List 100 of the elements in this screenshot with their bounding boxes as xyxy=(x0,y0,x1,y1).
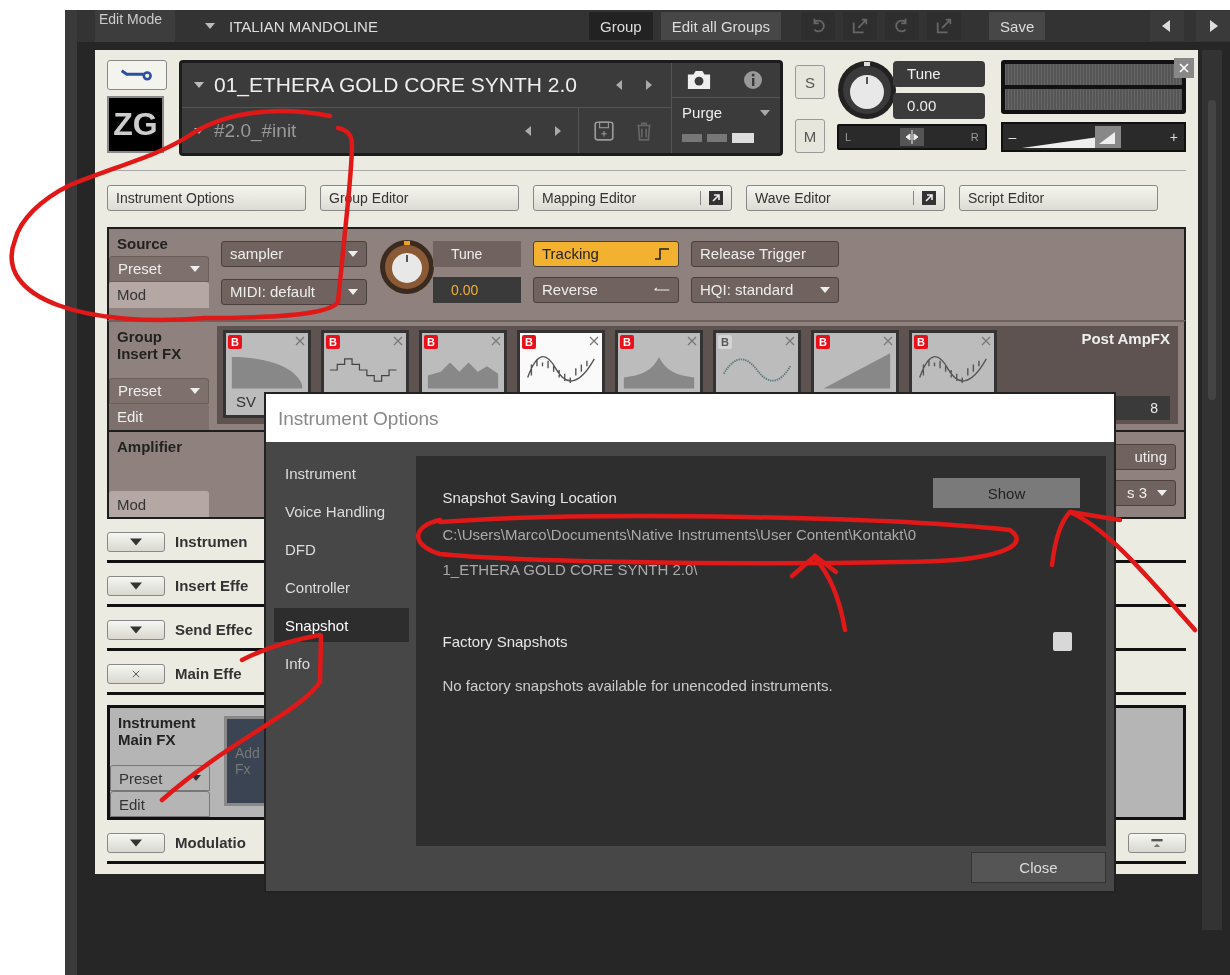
bypass-badge[interactable]: B xyxy=(816,334,830,349)
caret-icon xyxy=(130,838,142,847)
preset-dropdown[interactable]: Preset xyxy=(109,377,209,404)
close-icon[interactable] xyxy=(687,335,697,346)
collapse-button[interactable] xyxy=(1128,832,1186,853)
caret-icon xyxy=(205,23,215,29)
caret-icon xyxy=(130,537,142,546)
close-icon[interactable] xyxy=(393,335,403,346)
caret-icon xyxy=(820,286,830,293)
scrollbar[interactable] xyxy=(1202,50,1222,930)
section-toggle-button[interactable] xyxy=(107,575,165,596)
nav-item[interactable]: Instrument xyxy=(274,456,410,490)
section-toggle-button[interactable] xyxy=(107,832,165,853)
mute-button[interactable]: M xyxy=(795,119,826,153)
source-button[interactable]: HQI: standard xyxy=(691,276,839,303)
next-arrow-icon[interactable] xyxy=(645,79,654,91)
bypass-badge[interactable]: B xyxy=(914,334,928,349)
caret-icon xyxy=(191,775,201,782)
tune-value[interactable]: 0.00 xyxy=(433,276,521,303)
source-button[interactable]: Release Trigger xyxy=(691,240,839,267)
undo-icon[interactable] xyxy=(801,12,836,40)
save-icon[interactable] xyxy=(593,119,616,142)
caret-icon xyxy=(130,625,142,634)
group-button[interactable]: Group xyxy=(589,12,653,40)
purge-dropdown[interactable]: Purge xyxy=(672,98,781,127)
left-label: L xyxy=(845,131,852,143)
edit-tab[interactable]: Edit xyxy=(110,791,210,818)
nav-item[interactable]: Snapshot xyxy=(274,608,410,642)
external-link-icon[interactable] xyxy=(927,12,962,40)
bypass-badge[interactable]: B xyxy=(424,334,438,349)
close-icon[interactable] xyxy=(883,335,893,346)
source-dropdown[interactable]: MIDI: default xyxy=(221,278,367,305)
nav-item[interactable]: Controller xyxy=(274,570,410,604)
tracking-icon xyxy=(654,247,670,260)
wrench-icon xyxy=(120,68,154,82)
instrument-menu[interactable]: ITALIAN MANDOLINE xyxy=(191,17,581,35)
mod-tab[interactable]: Mod xyxy=(109,281,209,308)
save-button[interactable]: Save xyxy=(989,12,1046,40)
pan-slider[interactable]: L R xyxy=(837,124,987,150)
source-button[interactable]: Tracking xyxy=(533,240,679,267)
source-button[interactable]: Reverse xyxy=(533,276,679,303)
close-button[interactable]: Close xyxy=(971,852,1106,883)
bypass-badge[interactable]: B xyxy=(326,334,340,349)
add-effect-label: Fx xyxy=(235,761,252,778)
group-button[interactable]: Edit all Groups xyxy=(660,12,782,40)
close-icon[interactable] xyxy=(981,335,991,346)
editor-tab[interactable]: Instrument Options xyxy=(107,184,306,211)
editor-tab[interactable]: Mapping Editor xyxy=(533,184,732,211)
info-text: No factory snapshots available for unencoded instruments. xyxy=(442,677,834,694)
source-dropdown[interactable]: sampler xyxy=(221,240,367,267)
section-toggle-button[interactable] xyxy=(107,531,165,552)
section-label: Send Effec xyxy=(175,621,253,639)
section-toggle-button[interactable] xyxy=(107,663,165,684)
mod-tab[interactable]: Mod xyxy=(109,491,209,518)
close-icon[interactable] xyxy=(589,335,599,346)
section-title: Source xyxy=(116,233,169,254)
redo-icon[interactable] xyxy=(885,12,920,40)
section-title: Amplifier xyxy=(116,436,183,457)
section-label: Insert Effe xyxy=(175,577,249,595)
close-icon[interactable] xyxy=(785,335,795,346)
close-icon[interactable] xyxy=(295,335,305,346)
mode-label: Edit Mode xyxy=(95,10,175,42)
tune-value[interactable]: 0.00 xyxy=(893,93,986,119)
previous-arrow-icon[interactable] xyxy=(524,124,533,137)
nav-item[interactable]: DFD xyxy=(274,532,410,566)
close-icon[interactable] xyxy=(1174,58,1194,78)
pan-handle[interactable] xyxy=(899,128,924,146)
tune-knob[interactable] xyxy=(379,238,435,295)
preset-dropdown[interactable]: Preset xyxy=(110,765,210,792)
show-button[interactable]: Show xyxy=(933,478,1080,508)
section-title: Group Insert FX xyxy=(116,326,183,364)
editor-tab[interactable]: Wave Editor xyxy=(746,184,945,211)
checkbox[interactable] xyxy=(1053,632,1072,651)
setting-label: Factory Snapshots xyxy=(442,633,568,650)
snapshot-name[interactable]: #2.0_#init xyxy=(214,119,509,142)
close-icon[interactable] xyxy=(491,335,501,346)
tune-knob[interactable] xyxy=(837,60,898,120)
solo-button[interactable]: S xyxy=(795,65,826,99)
editor-tab[interactable]: Script Editor xyxy=(959,184,1158,211)
bypass-badge[interactable]: B xyxy=(620,334,634,349)
caret-icon[interactable] xyxy=(194,82,204,88)
instrument-name[interactable]: 01_ETHERA GOLD CORE SYNTH 2.0 xyxy=(214,73,600,97)
bypass-badge[interactable]: B xyxy=(522,334,536,349)
nav-item[interactable]: Info xyxy=(274,646,410,680)
bypass-badge[interactable]: B xyxy=(718,334,732,349)
path-text: 1_ETHERA GOLD CORE SYNTH 2.0\ xyxy=(442,561,699,578)
previous-arrow-icon[interactable] xyxy=(615,79,624,91)
nav-item[interactable]: Voice Handling xyxy=(274,494,410,528)
bypass-badge[interactable]: B xyxy=(228,334,242,349)
section-toggle-button[interactable] xyxy=(107,619,165,640)
instrument-logo: ZG xyxy=(107,96,164,153)
right-label: R xyxy=(970,131,979,143)
section-label: Main Effe xyxy=(175,665,242,683)
edit-tab[interactable]: Edit xyxy=(109,403,209,430)
caret-icon xyxy=(130,581,142,590)
wrench-button[interactable] xyxy=(107,60,167,90)
external-link-icon[interactable] xyxy=(843,12,878,40)
tune-label: Tune xyxy=(893,61,986,87)
preset-dropdown[interactable]: Preset xyxy=(109,255,209,282)
next-arrow-icon[interactable] xyxy=(554,124,563,137)
